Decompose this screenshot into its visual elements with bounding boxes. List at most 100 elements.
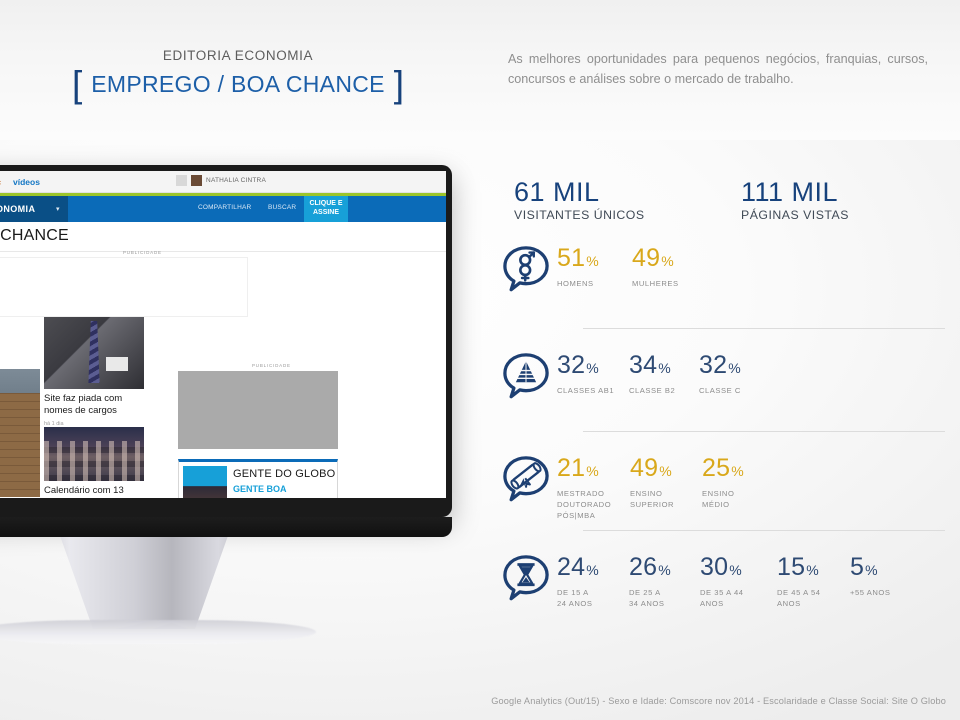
gender-bubble-icon — [495, 242, 557, 294]
stat-age-45-54-value: 15% — [777, 555, 850, 580]
stat-age-15-24: 24% DE 15 A 24 ANOS — [557, 555, 629, 609]
avatar[interactable] — [191, 175, 203, 186]
header-description: As melhores oportunidades para pequenos … — [508, 52, 928, 86]
stats-row-gender-items: 51% HOMENS 49% MULHERES — [557, 242, 712, 289]
stat-mulheres-percent: % — [661, 253, 674, 269]
site-share-button[interactable]: COMPARTILHAR — [198, 204, 251, 211]
metric-page-views-value: 111 MIL — [741, 177, 839, 207]
stat-age-45-54-number: 15 — [777, 553, 806, 581]
metric-unique-visitors-value: 61 MIL — [514, 177, 600, 207]
stat-age-55-plus-number: 5 — [850, 553, 865, 581]
stat-mestrado-number: 21 — [557, 454, 586, 482]
stat-age-25-34-number: 26 — [629, 553, 658, 581]
stat-ensino-medio-number: 25 — [702, 454, 731, 482]
chevron-down-icon[interactable]: ▾ — [56, 205, 60, 213]
stat-classe-c-label: CLASSE C — [699, 386, 741, 395]
stat-classe-c-value: 32% — [699, 353, 769, 378]
stat-ensino-medio-label: ENSINO MÉDIO — [702, 489, 735, 509]
stat-age-15-24-label: DE 15 A 24 ANOS — [557, 588, 593, 608]
article-photo-suit[interactable] — [44, 317, 144, 389]
stat-mulheres-label: MULHERES — [632, 279, 679, 288]
stats-row-gender: 51% HOMENS 49% MULHERES — [495, 242, 960, 316]
stat-mulheres: 49% MULHERES — [632, 246, 712, 289]
stat-classe-c: 32% CLASSE C — [699, 353, 769, 396]
site-link-famosos[interactable]: famosos & etc — [0, 177, 1, 187]
stat-ensino-superior-percent: % — [659, 463, 672, 479]
stat-classe-c-percent: % — [728, 360, 741, 376]
stat-age-35-44-percent: % — [729, 562, 742, 578]
stat-age-35-44-number: 30 — [700, 553, 729, 581]
stat-homens-percent: % — [586, 253, 599, 269]
article-card-2[interactable]: Calendário com 13 concursos prevê a aber… — [44, 485, 140, 498]
stats-row-age-items: 24% DE 15 A 24 ANOS 26% DE 25 A 34 ANOS … — [557, 551, 912, 609]
stat-classes-ab1-label: CLASSES AB1 — [557, 386, 615, 395]
stat-age-45-54-percent: % — [806, 562, 819, 578]
stat-homens: 51% HOMENS — [557, 246, 632, 289]
monitor-base — [0, 620, 316, 644]
stat-age-35-44: 30% DE 35 A 44 ANOS — [700, 555, 777, 609]
stat-mestrado-value: 21% — [557, 456, 630, 481]
monitor-bezel: sporte gshow famosos & etc vídeos NATHAL… — [0, 165, 452, 517]
stat-age-55-plus-percent: % — [865, 562, 878, 578]
divider-2 — [583, 431, 945, 432]
metric-unique-visitors: 61 MIL VISITANTES ÚNICOS — [514, 177, 645, 223]
gente-subtitle[interactable]: GENTE BOA — [233, 484, 287, 494]
subscribe-line-2: ASSINE — [312, 208, 340, 216]
stat-ensino-superior-label: ENSINO SUPERIOR — [630, 489, 675, 509]
stats-row-education: 21% MESTRADO DOUTORADO PÓS|MBA 49% ENSIN… — [495, 452, 960, 526]
stats-row-class-items: 32% CLASSES AB1 34% CLASSE B2 32% CLASSE… — [557, 349, 769, 396]
site-user-name: NATHALIA CINTRA — [206, 177, 266, 184]
stat-age-55-plus-label: +55 ANOS — [850, 588, 891, 597]
gente-photo — [183, 466, 227, 498]
site-apps-icon[interactable] — [176, 175, 188, 186]
article-photo-linkedin[interactable]: ed in — [0, 369, 40, 497]
stat-age-25-34-label: DE 25 A 34 ANOS — [629, 588, 665, 608]
stat-age-35-44-value: 30% — [700, 555, 777, 580]
article-card-1[interactable]: Site faz piada com nomes de cargos há 1 … — [44, 393, 140, 428]
stat-ensino-superior-value: 49% — [630, 456, 702, 481]
pyramid-bubble-icon — [495, 349, 557, 401]
monitor-chin — [0, 517, 452, 537]
stat-homens-number: 51 — [557, 244, 586, 272]
stat-age-35-44-label: DE 35 A 44 ANOS — [700, 588, 744, 608]
brand-title-row: [ EMPREGO / BOA CHANCE ] — [38, 66, 438, 103]
stats-row-education-items: 21% MESTRADO DOUTORADO PÓS|MBA 49% ENSIN… — [557, 452, 772, 521]
stat-ensino-medio-value: 25% — [702, 456, 772, 481]
stat-age-25-34-value: 26% — [629, 555, 700, 580]
footer-source: Google Analytics (Out/15) - Sexo e Idade… — [491, 696, 946, 706]
stat-classes-ab1-percent: % — [586, 360, 599, 376]
ad-label-right: PUBLICIDADE — [252, 363, 291, 368]
article-photo-classroom[interactable] — [44, 427, 144, 481]
bracket-close-icon: ] — [393, 63, 405, 105]
stat-ensino-medio-percent: % — [731, 463, 744, 479]
brick-wall — [0, 393, 40, 497]
stats-row-age: 24% DE 15 A 24 ANOS 26% DE 25 A 34 ANOS … — [495, 551, 960, 625]
site-search-button[interactable]: BUSCAR — [268, 204, 296, 211]
gente-do-globo-widget[interactable]: GENTE DO GLOBO GENTE BOA Bisneta do escr… — [178, 459, 338, 498]
ad-slot-right — [178, 371, 338, 449]
site-link-videos[interactable]: vídeos — [13, 177, 40, 187]
stat-classe-b2-label: CLASSE B2 — [629, 386, 676, 395]
classroom-crowd — [44, 441, 144, 481]
stat-homens-label: HOMENS — [557, 279, 594, 288]
monitor-stand — [60, 537, 228, 629]
divider-1 — [583, 328, 945, 329]
stat-mestrado-label: MESTRADO DOUTORADO PÓS|MBA — [557, 489, 612, 520]
stat-classe-b2-percent: % — [658, 360, 671, 376]
hourglass-bubble-icon — [495, 551, 557, 603]
metric-page-views-label: PÁGINAS VISTAS — [741, 208, 849, 223]
metric-unique-visitors-label: VISITANTES ÚNICOS — [514, 208, 645, 223]
stat-age-45-54: 15% DE 45 A 54 ANOS — [777, 555, 850, 609]
site-subscribe-button[interactable]: CLIQUE E ASSINE — [304, 195, 348, 222]
site-user-area[interactable]: NATHALIA CINTRA — [176, 175, 266, 186]
brand-kicker: EDITORIA ECONOMIA — [162, 48, 314, 63]
metric-page-views: 111 MIL PÁGINAS VISTAS — [741, 177, 849, 223]
stat-age-15-24-value: 24% — [557, 555, 629, 580]
slide-root: EDITORIA ECONOMIA [ EMPREGO / BOA CHANCE… — [0, 0, 960, 720]
site-section-navbar[interactable]: ECONOMIA ▾ COMPARTILHAR BUSCAR CLIQUE E … — [0, 195, 446, 222]
stat-classes-ab1-value: 32% — [557, 353, 629, 378]
article-headline-left[interactable]: m estar lhe custando um — [0, 489, 42, 498]
stat-ensino-superior: 49% ENSINO SUPERIOR — [630, 456, 702, 510]
stat-homens-value: 51% — [557, 246, 632, 271]
stat-mestrado-percent: % — [586, 463, 599, 479]
